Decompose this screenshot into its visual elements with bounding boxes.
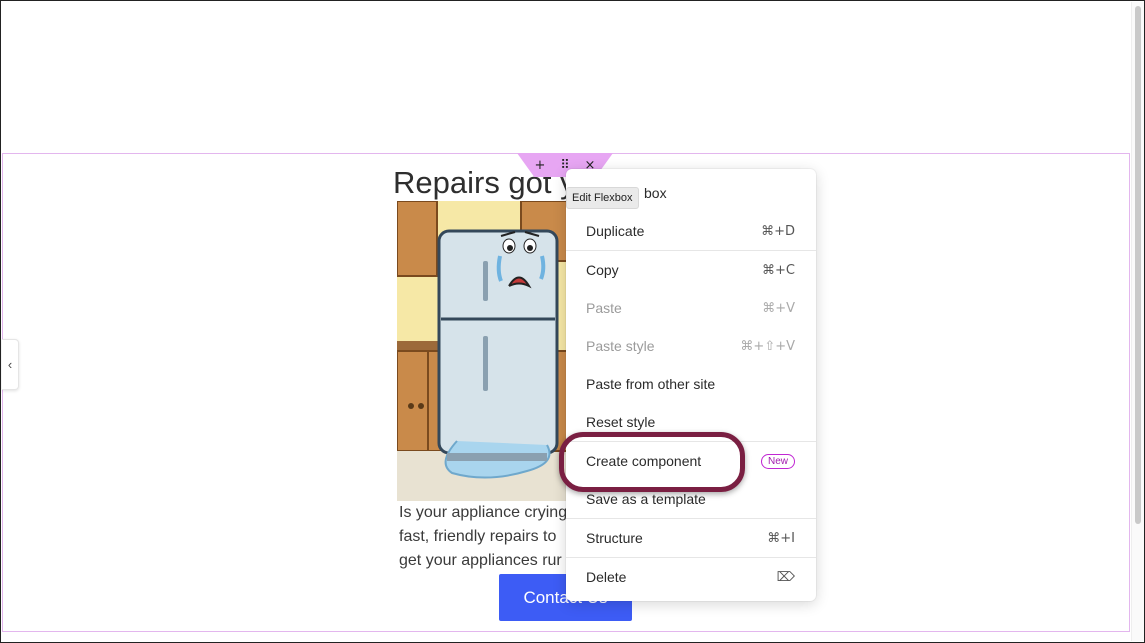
shortcut-label: ⌘+D [761,223,795,239]
menu-item-paste-style[interactable]: Paste style ⌘+⇧+V [566,327,816,365]
fridge-illustration [397,201,569,501]
shortcut-label: ⌘+C [762,262,795,278]
menu-item-duplicate[interactable]: Duplicate ⌘+D [566,212,816,250]
menu-item-label: Save as a template [586,491,706,507]
side-panel-toggle[interactable]: ‹ [2,339,19,390]
menu-item-structure[interactable]: Structure ⌘+I [566,519,816,557]
menu-item-copy[interactable]: Copy ⌘+C [566,251,816,289]
edit-flexbox-tooltip: Edit Flexbox [566,187,639,209]
shortcut-label: ⌘+V [762,300,795,316]
body-line: fast, friendly repairs to [399,528,557,545]
add-icon[interactable]: + [531,156,549,174]
menu-item-label: Delete [586,569,627,585]
menu-item-save-as-template[interactable]: Save as a template [566,480,816,518]
menu-item-label: Create component [586,453,702,469]
menu-item-delete[interactable]: Delete ⌦ [566,558,816,596]
menu-item-label: box [644,185,667,201]
shortcut-label: ⌘+⇧+V [740,338,795,354]
delete-key-icon: ⌦ [776,569,795,585]
new-badge: New [760,453,795,469]
scrollbar[interactable] [1131,2,1144,641]
menu-item-label: Duplicate [586,223,645,239]
menu-item-paste[interactable]: Paste ⌘+V [566,289,816,327]
body-line: get your appliances rur [399,552,562,569]
menu-item-label: Copy [586,262,619,278]
menu-item-reset-style[interactable]: Reset style [566,403,816,441]
context-menu: box Duplicate ⌘+D Copy ⌘+C Paste ⌘+V Pas… [566,169,816,601]
menu-item-label: Reset style [586,414,656,430]
body-line: Is your appliance crying [399,504,568,521]
menu-item-label: Paste [586,300,622,316]
menu-item-label: Paste from other site [586,376,716,392]
menu-item-paste-from-other-site[interactable]: Paste from other site [566,365,816,403]
menu-item-create-component[interactable]: Create component New [566,442,816,480]
menu-item-label: Paste style [586,338,655,354]
scrollbar-thumb[interactable] [1135,6,1141,524]
menu-item-label: Structure [586,530,643,546]
shortcut-label: ⌘+I [767,530,795,546]
body-paragraph: Is your appliance crying fast, friendly … [399,501,574,573]
chevron-left-icon: ‹ [7,357,13,372]
